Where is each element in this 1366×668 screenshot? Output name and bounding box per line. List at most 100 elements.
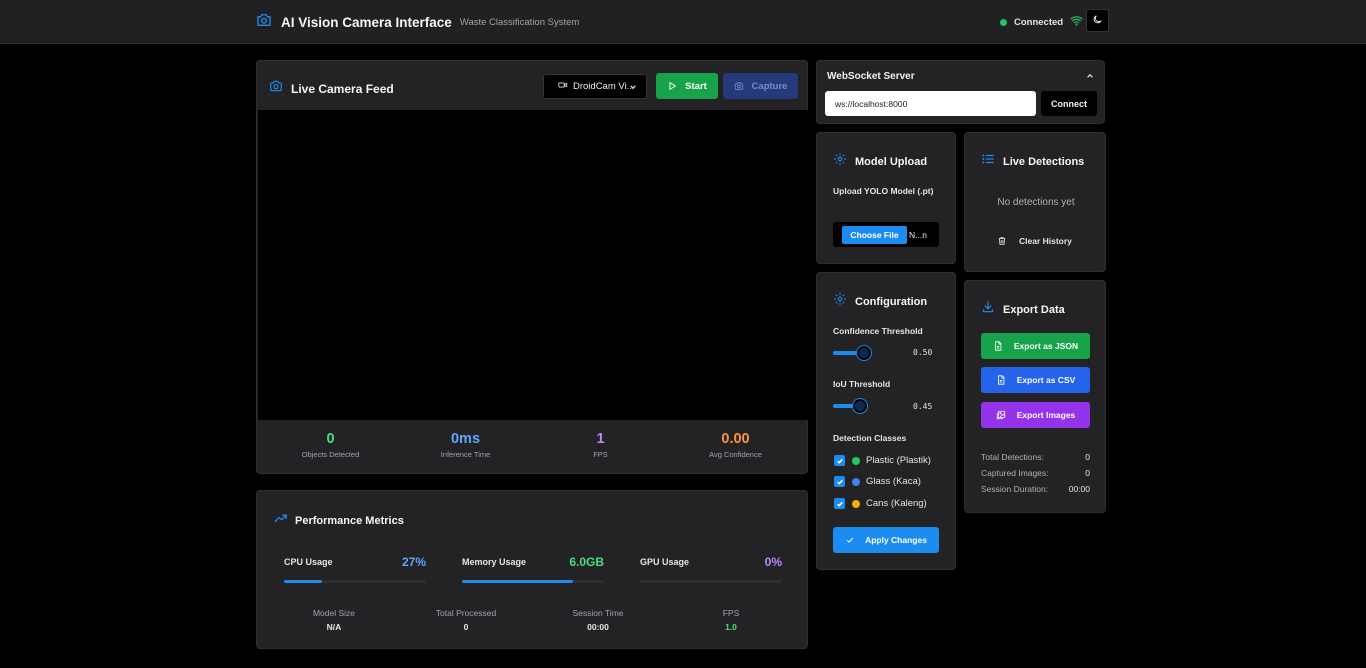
perf-stat-model-size: Model Size N/A xyxy=(274,608,394,632)
connection-status: Connected xyxy=(1000,14,1083,30)
perf-stat-value: 1.0 xyxy=(725,622,737,632)
camera-icon xyxy=(256,12,272,33)
camera-title: Live Camera Feed xyxy=(291,81,394,96)
camera-device-select[interactable]: DroidCam Vi... xyxy=(543,74,647,99)
capture-button[interactable]: Capture xyxy=(723,73,798,99)
metric-label: GPU Usage xyxy=(640,557,690,567)
class-plastic[interactable]: Plastic (Plastik) xyxy=(834,455,931,466)
live-detections-header: Live Detections xyxy=(981,152,1084,171)
export-stat-label: Total Detections: xyxy=(981,452,1044,462)
export-stat-value: 00:00 xyxy=(1068,484,1090,494)
stat-fps: 1 FPS xyxy=(533,431,668,459)
metric-track xyxy=(462,580,604,583)
export-stat-captured-images: Captured Images: 0 xyxy=(981,468,1090,478)
class-name: Cans (Kaleng) xyxy=(866,498,927,509)
start-button[interactable]: Start xyxy=(656,73,718,99)
metric-value: 0% xyxy=(764,555,782,569)
performance-title: Performance Metrics xyxy=(295,514,404,527)
gear-icon xyxy=(833,292,847,311)
metric-bar xyxy=(284,580,323,583)
classes-label: Detection Classes xyxy=(833,433,907,443)
class-checkbox[interactable] xyxy=(834,455,845,466)
perf-stat-label: Session Time xyxy=(572,608,624,618)
websocket-url-input[interactable]: ws://localhost:8000 xyxy=(825,91,1036,116)
play-icon xyxy=(669,81,677,91)
export-header: Export Data xyxy=(981,300,1065,319)
stat-value: 0 xyxy=(326,431,335,447)
stat-confidence: 0.00 Avg Confidence xyxy=(668,431,803,459)
model-upload-card: Model Upload Upload YOLO Model (.pt) Cho… xyxy=(816,132,956,264)
camera-header: Live Camera Feed xyxy=(269,79,394,98)
status-text: Connected xyxy=(1014,16,1064,28)
export-title: Export Data xyxy=(1003,303,1065,316)
device-name: DroidCam Vi... xyxy=(573,81,635,92)
connect-button[interactable]: Connect xyxy=(1041,91,1097,116)
theme-toggle-button[interactable] xyxy=(1086,9,1109,32)
app-title: AI Vision Camera Interface xyxy=(281,15,452,30)
list-icon xyxy=(981,152,995,171)
live-detections-card: Live Detections No detections yet Clear … xyxy=(964,132,1106,272)
upload-label: Upload YOLO Model (.pt) xyxy=(833,186,934,196)
slider-handle[interactable] xyxy=(853,399,867,413)
perf-stat-total-processed: Total Processed 0 xyxy=(406,608,526,632)
metric-track xyxy=(284,580,426,583)
websocket-title: WebSocket Server xyxy=(827,71,915,82)
metric-track xyxy=(640,580,782,583)
export-stat-label: Captured Images: xyxy=(981,468,1049,478)
export-csv-button[interactable]: Export as CSV xyxy=(981,367,1090,393)
stat-inference: 0ms Inference Time xyxy=(398,431,533,459)
no-detections-text: No detections yet xyxy=(997,197,1075,208)
configuration-card: Configuration Confidence Threshold 0.50 … xyxy=(816,272,956,570)
check-icon xyxy=(836,479,843,485)
camera-icon xyxy=(269,79,283,98)
confidence-label: Confidence Threshold xyxy=(833,326,923,336)
class-glass[interactable]: Glass (Kaca) xyxy=(834,476,921,487)
model-upload-title: Model Upload xyxy=(855,155,928,168)
trash-icon xyxy=(998,237,1006,245)
brand: AI Vision Camera Interface Waste Classif… xyxy=(256,12,579,33)
stat-value: 1 xyxy=(596,431,605,447)
class-color-dot xyxy=(852,456,860,465)
choose-file-button[interactable]: Choose File xyxy=(842,226,907,244)
export-stat-session-duration: Session Duration: 00:00 xyxy=(981,484,1090,494)
stat-objects: 0 Objects Detected xyxy=(263,431,398,459)
file-icon xyxy=(994,341,1002,351)
apply-changes-button[interactable]: Apply Changes xyxy=(833,527,939,553)
class-checkbox[interactable] xyxy=(834,476,845,487)
download-icon xyxy=(981,300,995,319)
performance-card: Performance Metrics CPU Usage 27% Memory… xyxy=(256,490,808,649)
images-icon xyxy=(996,410,1005,420)
apply-changes-label: Apply Changes xyxy=(865,535,927,545)
export-stat-value: 0 xyxy=(1085,468,1090,478)
configuration-header: Configuration xyxy=(833,292,927,311)
video-icon xyxy=(558,80,568,93)
stat-label: FPS xyxy=(593,450,608,459)
perf-stat-label: Model Size xyxy=(312,608,356,618)
clear-history-button[interactable]: Clear History xyxy=(997,236,1072,246)
top-bar: AI Vision Camera Interface Waste Classif… xyxy=(0,0,1366,44)
export-json-label: Export as JSON xyxy=(1013,341,1079,351)
app-subtitle: Waste Classification System xyxy=(459,17,580,28)
class-checkbox[interactable] xyxy=(834,498,845,509)
file-name: N...n xyxy=(909,230,927,240)
metric-value: 6.0GB xyxy=(569,555,604,569)
file-input[interactable]: Choose File N...n xyxy=(833,222,939,247)
trending-up-icon xyxy=(274,511,288,530)
check-icon xyxy=(836,458,843,464)
start-label: Start xyxy=(685,80,707,92)
iou-value: 0.45 xyxy=(913,402,933,411)
video-feed xyxy=(258,110,808,420)
metric-bar xyxy=(462,580,573,583)
perf-stat-value: N/A xyxy=(326,622,342,632)
slider-track xyxy=(833,404,853,408)
moon-icon xyxy=(1092,12,1103,30)
slider-handle[interactable] xyxy=(857,346,871,360)
metric-value: 27% xyxy=(401,555,426,569)
perf-stat-session-time: Session Time 00:00 xyxy=(538,608,658,632)
slider-track xyxy=(833,351,857,355)
chevron-up-icon[interactable] xyxy=(1086,72,1094,80)
file-icon xyxy=(997,375,1005,385)
export-images-button[interactable]: Export Images xyxy=(981,402,1090,428)
export-json-button[interactable]: Export as JSON xyxy=(981,333,1090,359)
class-cans[interactable]: Cans (Kaleng) xyxy=(834,498,927,509)
